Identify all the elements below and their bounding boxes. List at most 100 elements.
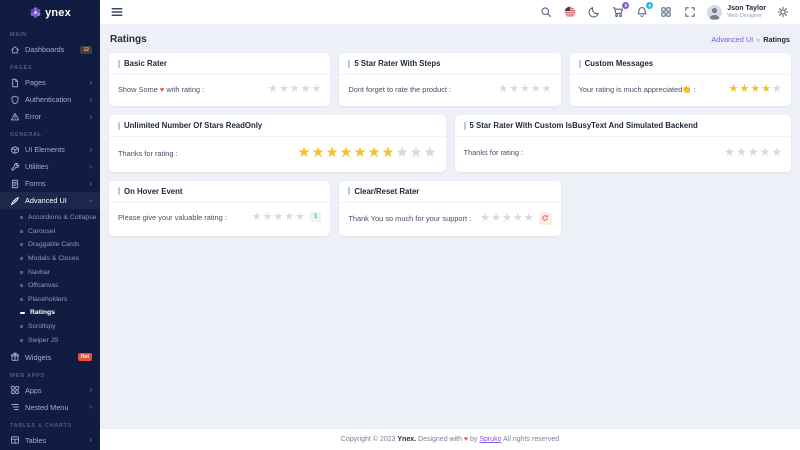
apps-grid-button[interactable] [659, 5, 673, 19]
star-icon[interactable]: ★ [424, 146, 437, 161]
star-icon[interactable]: ★ [524, 213, 534, 224]
menu-toggle-button[interactable] [110, 5, 124, 19]
language-flag-button[interactable] [563, 5, 577, 19]
star-icon[interactable]: ★ [531, 84, 541, 95]
sidebar-subitem-draggable-cards[interactable]: Draggable Cards [0, 238, 100, 252]
star-rating[interactable]: ★★★★★ [268, 84, 321, 95]
sidebar-item-advanced-ui[interactable]: Advanced UI› [0, 192, 100, 209]
sidebar-item-forms[interactable]: Forms› [0, 175, 100, 192]
sidebar-subitem-swiper-js[interactable]: Swiper JS [0, 333, 100, 347]
star-rating[interactable]: ★★★★★ [724, 146, 782, 158]
sidebar-subitem-navbar[interactable]: Navbar [0, 265, 100, 279]
reset-rating-button[interactable] [539, 212, 552, 225]
sidebar-item-tables[interactable]: Tables› [0, 432, 100, 449]
star-icon[interactable]: ★ [295, 212, 305, 223]
chevron-right-icon: › [89, 79, 92, 87]
cart-button[interactable]: 5 [611, 5, 625, 19]
sidebar-item-apps[interactable]: Apps› [0, 382, 100, 399]
star-icon[interactable]: ★ [498, 84, 508, 95]
star-icon[interactable]: ★ [724, 146, 735, 158]
dark-mode-toggle[interactable] [587, 5, 601, 19]
sidebar-item-utilities[interactable]: Utilities› [0, 158, 100, 175]
grid-icon [660, 6, 672, 18]
settings-button[interactable] [776, 5, 790, 19]
star-icon[interactable]: ★ [312, 146, 325, 161]
sidebar-item-error[interactable]: Error› [0, 108, 100, 125]
star-icon[interactable]: ★ [311, 84, 321, 95]
star-icon[interactable]: ★ [513, 213, 523, 224]
page-content: Ratings Advanced UI » Ratings Basic Rate… [100, 25, 800, 429]
user-profile-button[interactable]: Json Taylor Web Designer [707, 5, 766, 20]
star-icon[interactable]: ★ [759, 146, 770, 158]
star-icon[interactable]: ★ [326, 146, 339, 161]
star-rating[interactable]: ★★★★★★★★★★ [298, 146, 437, 161]
fullscreen-button[interactable] [683, 5, 697, 19]
star-icon[interactable]: ★ [262, 212, 272, 223]
star-rating[interactable]: ★★★★★ [252, 212, 305, 223]
rating-side: ★★★★★ [729, 84, 782, 95]
star-icon[interactable]: ★ [502, 213, 512, 224]
card-body-text: Thanks for rating : [464, 148, 524, 157]
star-icon[interactable]: ★ [480, 213, 490, 224]
card-body: Dont forget to rate the product :★★★★★ [339, 75, 560, 106]
star-rating[interactable]: ★★★★★ [498, 84, 551, 95]
sidebar-subitem-modals-closes[interactable]: Modals & Closes [0, 252, 100, 266]
sidebar-subitem-placeholders[interactable]: Placeholders [0, 293, 100, 307]
star-icon[interactable]: ★ [273, 212, 283, 223]
sidebar-badge: 12 [80, 46, 92, 54]
sidebar-item-nested-menu[interactable]: Nested Menu› [0, 399, 100, 416]
card-body-text: Thanks for rating : [118, 149, 178, 158]
star-icon[interactable]: ★ [771, 146, 782, 158]
star-icon[interactable]: ★ [520, 84, 530, 95]
sidebar-subitem-scrollspy[interactable]: Scrollspy [0, 320, 100, 334]
star-icon[interactable]: ★ [301, 84, 311, 95]
sidebar-item-widgets[interactable]: WidgetsHot [0, 349, 100, 366]
breadcrumb-parent-link[interactable]: Advanced UI [711, 35, 753, 44]
sidebar-subitem-accordions-collapse[interactable]: Accordions & Collapse [0, 211, 100, 225]
sidebar-item-authentication[interactable]: Authentication› [0, 91, 100, 108]
star-icon[interactable]: ★ [354, 146, 367, 161]
star-icon[interactable]: ★ [340, 146, 353, 161]
star-icon[interactable]: ★ [252, 212, 262, 223]
star-icon[interactable]: ★ [542, 84, 552, 95]
card-title: Unlimited Number Of Stars ReadOnly [124, 121, 262, 130]
star-icon[interactable]: ★ [491, 213, 501, 224]
star-icon[interactable]: ★ [772, 84, 782, 95]
star-icon[interactable]: ★ [729, 84, 739, 95]
star-icon[interactable]: ★ [739, 84, 749, 95]
sidebar-item-dashboards[interactable]: Dashboards12 [0, 41, 100, 58]
rating-side: ★★★★★ [268, 84, 321, 95]
star-icon[interactable]: ★ [382, 146, 395, 161]
app-logo[interactable]: ynex [0, 0, 100, 25]
star-icon[interactable]: ★ [761, 84, 771, 95]
star-icon[interactable]: ★ [268, 84, 278, 95]
star-icon[interactable]: ★ [368, 146, 381, 161]
logo-flower-icon [29, 6, 42, 19]
card-title: On Hover Event [124, 187, 183, 196]
sidebar-item-ui-elements[interactable]: UI Elements› [0, 141, 100, 158]
star-rating[interactable]: ★★★★★ [729, 84, 782, 95]
user-text: Json Taylor Web Designer [727, 5, 766, 20]
star-icon[interactable]: ★ [298, 146, 311, 161]
clap-emoji: 👏 [682, 85, 691, 94]
star-icon[interactable]: ★ [279, 84, 289, 95]
submenu-item-label: Navbar [28, 269, 50, 276]
notifications-button[interactable]: 6 [635, 5, 649, 19]
star-icon[interactable]: ★ [748, 146, 759, 158]
star-icon[interactable]: ★ [396, 146, 409, 161]
search-button[interactable] [539, 5, 553, 19]
sidebar-subitem-ratings[interactable]: Ratings [0, 306, 100, 320]
sidebar-item-pages[interactable]: Pages› [0, 74, 100, 91]
sidebar-subitem-carousel[interactable]: Carousel [0, 225, 100, 239]
star-icon[interactable]: ★ [750, 84, 760, 95]
sidebar-section-label: MAIN [0, 25, 100, 41]
star-icon[interactable]: ★ [736, 146, 747, 158]
star-icon[interactable]: ★ [410, 146, 423, 161]
sidebar-section-label: TABLES & CHARTS [0, 416, 100, 432]
star-icon[interactable]: ★ [290, 84, 300, 95]
star-rating[interactable]: ★★★★★ [480, 213, 533, 224]
star-icon[interactable]: ★ [284, 212, 294, 223]
footer-brand-link[interactable]: Spruko [479, 436, 501, 443]
sidebar-subitem-offcanvas[interactable]: Offcanvas [0, 279, 100, 293]
star-icon[interactable]: ★ [509, 84, 519, 95]
